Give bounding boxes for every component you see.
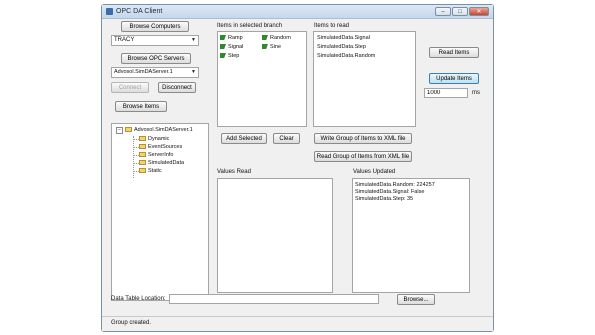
close-button[interactable]: ✕ [469,7,489,16]
list-item[interactable]: Random [262,35,291,42]
tree-node-static[interactable]: Static [139,168,162,175]
values-read-title: Values Read [217,169,251,175]
disconnect-button[interactable]: Disconnect [158,82,196,93]
window-title: OPC DA Client [116,8,163,15]
browse-items-button[interactable]: Browse Items [115,101,167,112]
maximize-button[interactable]: □ [452,7,468,16]
list-item-label: Sine [270,44,282,50]
server-select[interactable]: Advosol.SimDAServer.1 ▼ [111,67,199,78]
status-bar: Group created. [102,316,493,331]
tree-node-label: EventSources [148,144,183,150]
branch-tree[interactable]: − Advosol.SimDAServer.1 Dynamic EventSour… [111,123,209,301]
tree-node-serverinfo[interactable]: ServerInfo [139,152,173,159]
tree-node-dynamic[interactable]: Dynamic [139,136,169,143]
chevron-down-icon: ▼ [191,37,196,43]
tag-icon [220,44,226,50]
clear-button[interactable]: Clear [273,133,300,144]
list-item[interactable]: Sine [262,44,281,51]
interval-unit-label: ms [472,90,480,96]
status-text: Group created. [111,320,152,326]
value-line: SimulatedData.Step: 35 [355,196,414,202]
list-item-label: Signal [228,44,244,50]
tree-root-node[interactable]: − Advosol.SimDAServer.1 [116,127,193,134]
update-items-button[interactable]: Update Items [429,73,479,84]
computer-select[interactable]: TRACY ▼ [111,35,199,46]
value-line: SimulatedData.Signal: False [355,189,425,195]
tree-node-label: SimulatedData [148,160,185,166]
list-item-label: Random [270,35,291,41]
tree-node-simulateddata[interactable]: SimulatedData [139,160,184,167]
connect-button[interactable]: Connect [111,82,149,93]
list-item-label: Ramp [228,35,243,41]
title-bar: OPC DA Client – □ ✕ [102,5,493,19]
tag-icon [262,44,268,50]
folder-icon [139,168,146,174]
tree-node-label: Dynamic [148,136,170,142]
read-xml-button[interactable]: Read Group of Items from XML file [314,151,412,162]
computer-select-value: TRACY [114,37,135,43]
branch-items-list[interactable]: Ramp Random Signal Sine Step [217,31,307,127]
list-item[interactable]: SimulatedData.Signal [317,35,370,42]
list-item[interactable]: Signal [220,44,243,51]
folder-icon [125,127,132,133]
browse-opc-servers-button[interactable]: Browse OPC Servers [121,53,191,64]
browse-data-table-button[interactable]: Browse... [397,294,435,305]
folder-icon [139,152,146,158]
main-window: OPC DA Client – □ ✕ Browse Computers TRA… [101,4,494,332]
folder-icon [139,136,146,142]
list-item-label: Step [228,53,240,59]
write-xml-button[interactable]: Write Group of Items to XML file [314,133,412,144]
read-items-button[interactable]: Read Items [429,47,479,58]
chevron-down-icon: ▼ [191,69,196,75]
add-selected-button[interactable]: Add Selected [221,133,267,144]
collapse-icon[interactable]: − [116,127,123,134]
tag-icon [220,53,226,59]
values-updated-title: Values Updated [353,169,396,175]
values-updated-box[interactable]: SimulatedData.Random: 224257 SimulatedDa… [352,178,470,293]
items-to-read-list[interactable]: SimulatedData.Signal SimulatedData.Step … [313,31,416,127]
folder-icon [139,160,146,166]
folder-icon [139,144,146,150]
data-table-location-label: Data Table Location: [111,296,166,302]
list-item[interactable]: Ramp [220,35,243,42]
tree-root-label: Advosol.SimDAServer.1 [134,127,193,133]
branch-items-title: Items in selected branch [217,23,283,29]
list-item[interactable]: SimulatedData.Random [317,53,375,60]
update-interval-input[interactable] [424,88,468,98]
values-read-box[interactable] [217,178,333,293]
server-select-value: Advosol.SimDAServer.1 [114,69,173,75]
tree-node-eventsources[interactable]: EventSources [139,144,182,151]
list-item[interactable]: Step [220,53,239,60]
tree-node-label: Static [148,168,162,174]
value-line: SimulatedData.Random: 224257 [355,182,435,188]
list-item[interactable]: SimulatedData.Step [317,44,366,51]
data-table-location-input[interactable] [169,294,379,304]
tree-node-label: ServerInfo [148,152,174,158]
minimize-button[interactable]: – [435,7,451,16]
app-icon [106,8,113,15]
items-to-read-title: Items to read [314,23,350,29]
tag-icon [262,35,268,41]
browse-computers-button[interactable]: Browse Computers [121,21,189,32]
tag-icon [220,35,226,41]
